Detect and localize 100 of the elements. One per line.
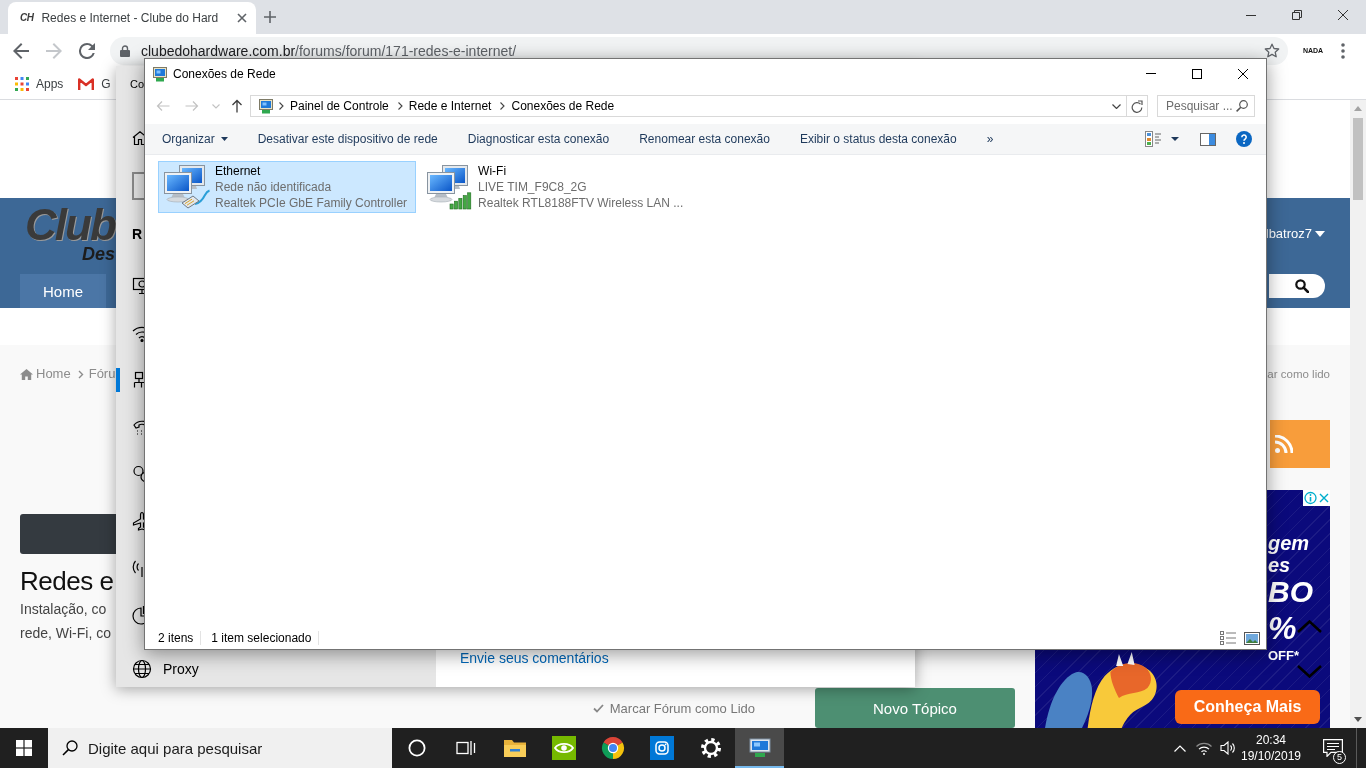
search-field[interactable] (1269, 274, 1325, 298)
rss-button[interactable] (1270, 420, 1330, 468)
clock[interactable]: 20:34 19/10/2019 (1240, 728, 1302, 768)
feedback-link[interactable]: Envie seus comentários (460, 651, 609, 665)
nav-tab[interactable]: Home (20, 274, 106, 308)
chevron-icon (500, 102, 506, 110)
command-button[interactable]: Exibir o status desta conexão (799, 128, 957, 150)
star-icon[interactable] (1264, 43, 1280, 59)
eye-tile-icon (551, 736, 576, 760)
wireless-computers-icon (425, 163, 474, 211)
wired-computers-icon (162, 163, 210, 211)
restore-icon (1292, 10, 1302, 20)
scrollbar[interactable] (1350, 100, 1366, 728)
browser-tab[interactable]: CH Redes e Internet - Clube do Hard (8, 2, 256, 34)
caret-icon (220, 137, 228, 141)
section-heading: R (132, 226, 143, 242)
mark-forum-read-button[interactable]: Marcar Fórum como Lido (592, 700, 755, 716)
ad-text: BO (1268, 576, 1313, 608)
forum-description: rede, Wi-Fi, co (20, 624, 111, 643)
scrollbar-thumb[interactable] (1353, 118, 1363, 200)
ad-text: gem (1268, 532, 1310, 554)
link-icon[interactable] (132, 463, 144, 484)
monitor-icon[interactable] (132, 275, 144, 296)
chevron-icon (77, 369, 84, 379)
search-icon (1236, 100, 1248, 112)
gear-icon (699, 737, 722, 759)
help-icon[interactable] (1236, 131, 1252, 147)
scroll-down-icon[interactable] (1354, 717, 1362, 722)
bookmark[interactable]: Apps (8, 69, 71, 98)
chevron-icon (397, 102, 403, 110)
new-topic-button[interactable]: Novo Tópico (815, 688, 1015, 728)
minimize-icon (1146, 73, 1156, 74)
selection-count: 1 item selecionado (211, 631, 320, 645)
tick-icon (592, 703, 604, 713)
ad-info-icon[interactable] (1303, 490, 1318, 506)
chevron-down-icon[interactable] (1112, 103, 1121, 109)
notifications-button[interactable]: 5 (1310, 728, 1356, 768)
caret-icon[interactable] (1171, 137, 1179, 141)
connection-item[interactable]: Ethernet Rede não identificada Realtek PCIe GbE Family Controller (158, 161, 417, 213)
tab-close-button[interactable] (237, 13, 247, 23)
close-icon (1338, 10, 1348, 20)
volume-icon[interactable] (1220, 741, 1236, 755)
apps-grid-icon (15, 76, 29, 91)
lock-icon (120, 45, 130, 57)
forum-title: Redes e (20, 566, 114, 596)
ad-text: es (1268, 554, 1291, 576)
details-view-icon[interactable] (1220, 631, 1236, 645)
search-icon (62, 740, 78, 756)
close-icon (1238, 68, 1248, 79)
command-button[interactable]: Diagnosticar esta conexão (467, 128, 610, 150)
globe-icon[interactable] (132, 659, 152, 679)
home-icon (20, 368, 33, 380)
ad-close-icon[interactable] (1318, 490, 1330, 506)
search-icon[interactable] (1295, 279, 1309, 293)
windows-logo-icon (16, 740, 32, 756)
home-icon[interactable] (132, 131, 144, 145)
user-menu[interactable]: lbatroz7 (1265, 226, 1312, 241)
large-icons-view-icon[interactable] (1244, 631, 1260, 645)
connection-name: Wi-Fi (478, 163, 508, 179)
window-title: Co (130, 77, 145, 91)
forum-description: Instalação, co (20, 600, 107, 619)
notification-count: 5 (1333, 751, 1346, 764)
adapter-name: Realtek PCIe GbE Family Controller (215, 195, 408, 211)
item-count: 2 itens (158, 631, 202, 645)
command-button[interactable]: Desativar este dispositivo de rede (257, 128, 438, 150)
more-commands-button[interactable]: » (986, 128, 994, 150)
wifi-icon[interactable] (1196, 741, 1212, 755)
window-title: Conexões de Rede (173, 66, 276, 81)
breadcrumb-item[interactable]: Rede e Internet (408, 99, 492, 113)
breadcrumb-item[interactable]: Painel de Controle (290, 99, 389, 113)
camera-tile-icon (649, 736, 674, 760)
organize-menu[interactable]: Organizar (162, 128, 228, 150)
command-button[interactable]: Renomear esta conexão (639, 128, 770, 150)
browser-icon (600, 736, 625, 760)
search-field[interactable]: Digite aqui para pesquisar (48, 728, 392, 768)
address-bar[interactable]: Painel de Controle Rede e Internet Conexões de Rede (250, 95, 1148, 117)
network-icon[interactable] (132, 369, 144, 390)
rss-icon (1275, 435, 1293, 453)
network-monitor-icon (152, 65, 168, 82)
task-view-icon (455, 740, 476, 756)
breadcrumb-item[interactable]: Conexões de Rede (511, 99, 615, 113)
adapter-name: Realtek RTL8188FTV Wireless LAN ... (478, 195, 684, 211)
mail-icon (78, 77, 95, 90)
airplane-icon[interactable] (132, 510, 144, 531)
view-options-icon[interactable] (1145, 131, 1161, 147)
network-monitor-icon (748, 738, 771, 758)
caret-icon[interactable] (1315, 230, 1325, 237)
nav-item[interactable]: Proxy (116, 651, 436, 687)
ad-text: % (1268, 609, 1297, 648)
network-monitor-icon (258, 98, 274, 114)
connection-status: Rede não identificada (215, 179, 333, 195)
tab-title: Redes e Internet - Clube do Hard (41, 11, 220, 25)
bookmark[interactable]: G (71, 69, 118, 98)
connection-item[interactable]: Wi-Fi LIVE TIM_F9C8_2G Realtek RTL8188FTV Wireless LAN ... (421, 161, 693, 213)
site-logo-tagline: Des (81, 245, 115, 263)
preview-pane-icon[interactable] (1200, 132, 1216, 146)
pie-chart-icon[interactable] (132, 604, 144, 625)
taskbar-button[interactable] (735, 728, 784, 768)
close-icon (237, 13, 247, 23)
minimize-icon (1246, 14, 1256, 16)
